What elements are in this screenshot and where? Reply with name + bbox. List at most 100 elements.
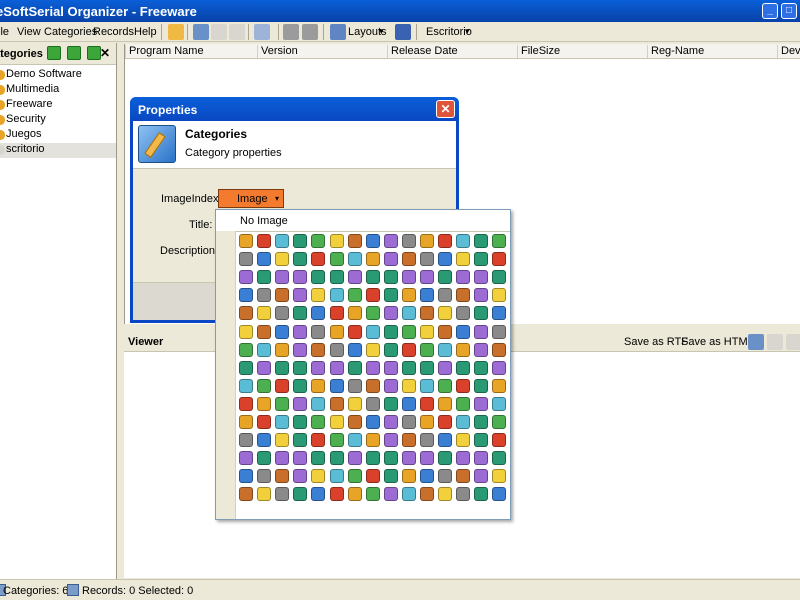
image-option-icon[interactable] [275, 433, 290, 448]
image-option-icon[interactable] [456, 433, 471, 448]
image-option-icon[interactable] [275, 324, 290, 339]
image-option-icon[interactable] [438, 252, 453, 267]
image-option-icon[interactable] [347, 360, 362, 375]
image-option-icon[interactable] [474, 396, 489, 411]
image-option-icon[interactable] [474, 252, 489, 267]
image-option-icon[interactable] [401, 415, 416, 429]
image-option-icon[interactable] [420, 288, 434, 303]
image-option-icon[interactable] [293, 306, 308, 321]
image-option-icon[interactable] [257, 288, 272, 303]
image-option-icon[interactable] [293, 451, 308, 466]
image-option-icon[interactable] [329, 396, 344, 411]
image-option-icon[interactable] [311, 252, 326, 267]
image-option-icon[interactable] [257, 451, 272, 466]
image-option-icon[interactable] [275, 451, 290, 466]
image-option-icon[interactable] [492, 415, 507, 429]
image-option-icon[interactable] [401, 234, 416, 248]
image-option-icon[interactable] [329, 433, 344, 448]
image-option-icon[interactable] [257, 360, 272, 375]
image-option-icon[interactable] [401, 342, 416, 357]
image-option-icon[interactable] [492, 396, 507, 411]
tree-item-security[interactable]: Security [0, 113, 116, 128]
image-option-icon[interactable] [257, 252, 272, 267]
image-option-icon[interactable] [239, 487, 253, 502]
image-option-icon[interactable] [365, 415, 380, 429]
image-option-icon[interactable] [329, 342, 344, 357]
image-option-icon[interactable] [239, 451, 253, 466]
image-option-icon[interactable] [365, 252, 380, 267]
image-option-icon[interactable] [275, 415, 290, 429]
image-option-icon[interactable] [474, 487, 489, 502]
image-option-icon[interactable] [329, 469, 344, 484]
image-option-icon[interactable] [275, 306, 290, 321]
image-option-icon[interactable] [311, 396, 326, 411]
image-option-icon[interactable] [420, 487, 434, 502]
image-option-icon[interactable] [329, 324, 344, 339]
column-filesize[interactable]: FileSize [517, 45, 560, 58]
image-option-icon[interactable] [474, 469, 489, 484]
image-option-icon[interactable] [383, 396, 398, 411]
image-option-icon[interactable] [438, 415, 453, 429]
image-option-icon[interactable] [383, 342, 398, 357]
image-option-icon[interactable] [275, 288, 290, 303]
image-option-icon[interactable] [438, 451, 453, 466]
image-option-icon[interactable] [293, 288, 308, 303]
image-option-icon[interactable] [329, 252, 344, 267]
print-icon[interactable] [748, 334, 764, 350]
image-option-icon[interactable] [347, 234, 362, 248]
image-option-icon[interactable] [365, 360, 380, 375]
image-option-icon[interactable] [474, 415, 489, 429]
image-option-icon[interactable] [239, 378, 253, 393]
image-option-icon[interactable] [383, 487, 398, 502]
image-option-icon[interactable] [456, 324, 471, 339]
image-option-icon[interactable] [438, 234, 453, 248]
image-option-icon[interactable] [239, 396, 253, 411]
image-option-icon[interactable] [401, 451, 416, 466]
image-option-icon[interactable] [383, 378, 398, 393]
column-developer[interactable]: Deve [777, 45, 800, 58]
image-option-icon[interactable] [257, 433, 272, 448]
image-option-icon[interactable] [347, 415, 362, 429]
minimize-button[interactable]: _ [762, 3, 778, 19]
image-option-icon[interactable] [492, 451, 507, 466]
image-option-icon[interactable] [456, 342, 471, 357]
image-option-icon[interactable] [438, 487, 453, 502]
image-option-icon[interactable] [311, 415, 326, 429]
tree-item-freeware[interactable]: Freeware [0, 98, 116, 113]
image-option-icon[interactable] [383, 252, 398, 267]
image-option-icon[interactable] [438, 396, 453, 411]
save-icon[interactable] [395, 24, 411, 40]
delete-record-icon[interactable] [229, 24, 245, 40]
image-option-icon[interactable] [438, 288, 453, 303]
close-icon[interactable]: ✕ [100, 46, 110, 60]
image-option-icon[interactable] [257, 234, 272, 248]
image-option-icon[interactable] [257, 469, 272, 484]
image-option-icon[interactable] [456, 415, 471, 429]
image-option-icon[interactable] [311, 469, 326, 484]
image-option-icon[interactable] [293, 252, 308, 267]
layouts-icon[interactable] [330, 24, 346, 40]
image-option-icon[interactable] [438, 469, 453, 484]
image-option-icon[interactable] [293, 415, 308, 429]
image-option-icon[interactable] [438, 270, 453, 285]
image-option-icon[interactable] [257, 378, 272, 393]
image-option-icon[interactable] [329, 306, 344, 321]
tree-item-demo-software[interactable]: Demo Software [0, 68, 116, 83]
image-option-icon[interactable] [420, 378, 434, 393]
image-option-icon[interactable] [275, 270, 290, 285]
image-option-icon[interactable] [456, 360, 471, 375]
column-release-date[interactable]: Release Date [387, 45, 458, 58]
image-option-icon[interactable] [365, 324, 380, 339]
image-option-icon[interactable] [492, 252, 507, 267]
image-option-icon[interactable] [239, 288, 253, 303]
image-option-icon[interactable] [492, 288, 507, 303]
image-option-icon[interactable] [239, 252, 253, 267]
image-option-icon[interactable] [275, 252, 290, 267]
image-option-icon[interactable] [329, 234, 344, 248]
menu-file[interactable]: ile [0, 26, 9, 38]
image-option-icon[interactable] [383, 469, 398, 484]
image-option-icon[interactable] [347, 396, 362, 411]
image-option-icon[interactable] [257, 415, 272, 429]
image-option-icon[interactable] [257, 270, 272, 285]
column-program-name[interactable]: Program Name [125, 45, 204, 58]
